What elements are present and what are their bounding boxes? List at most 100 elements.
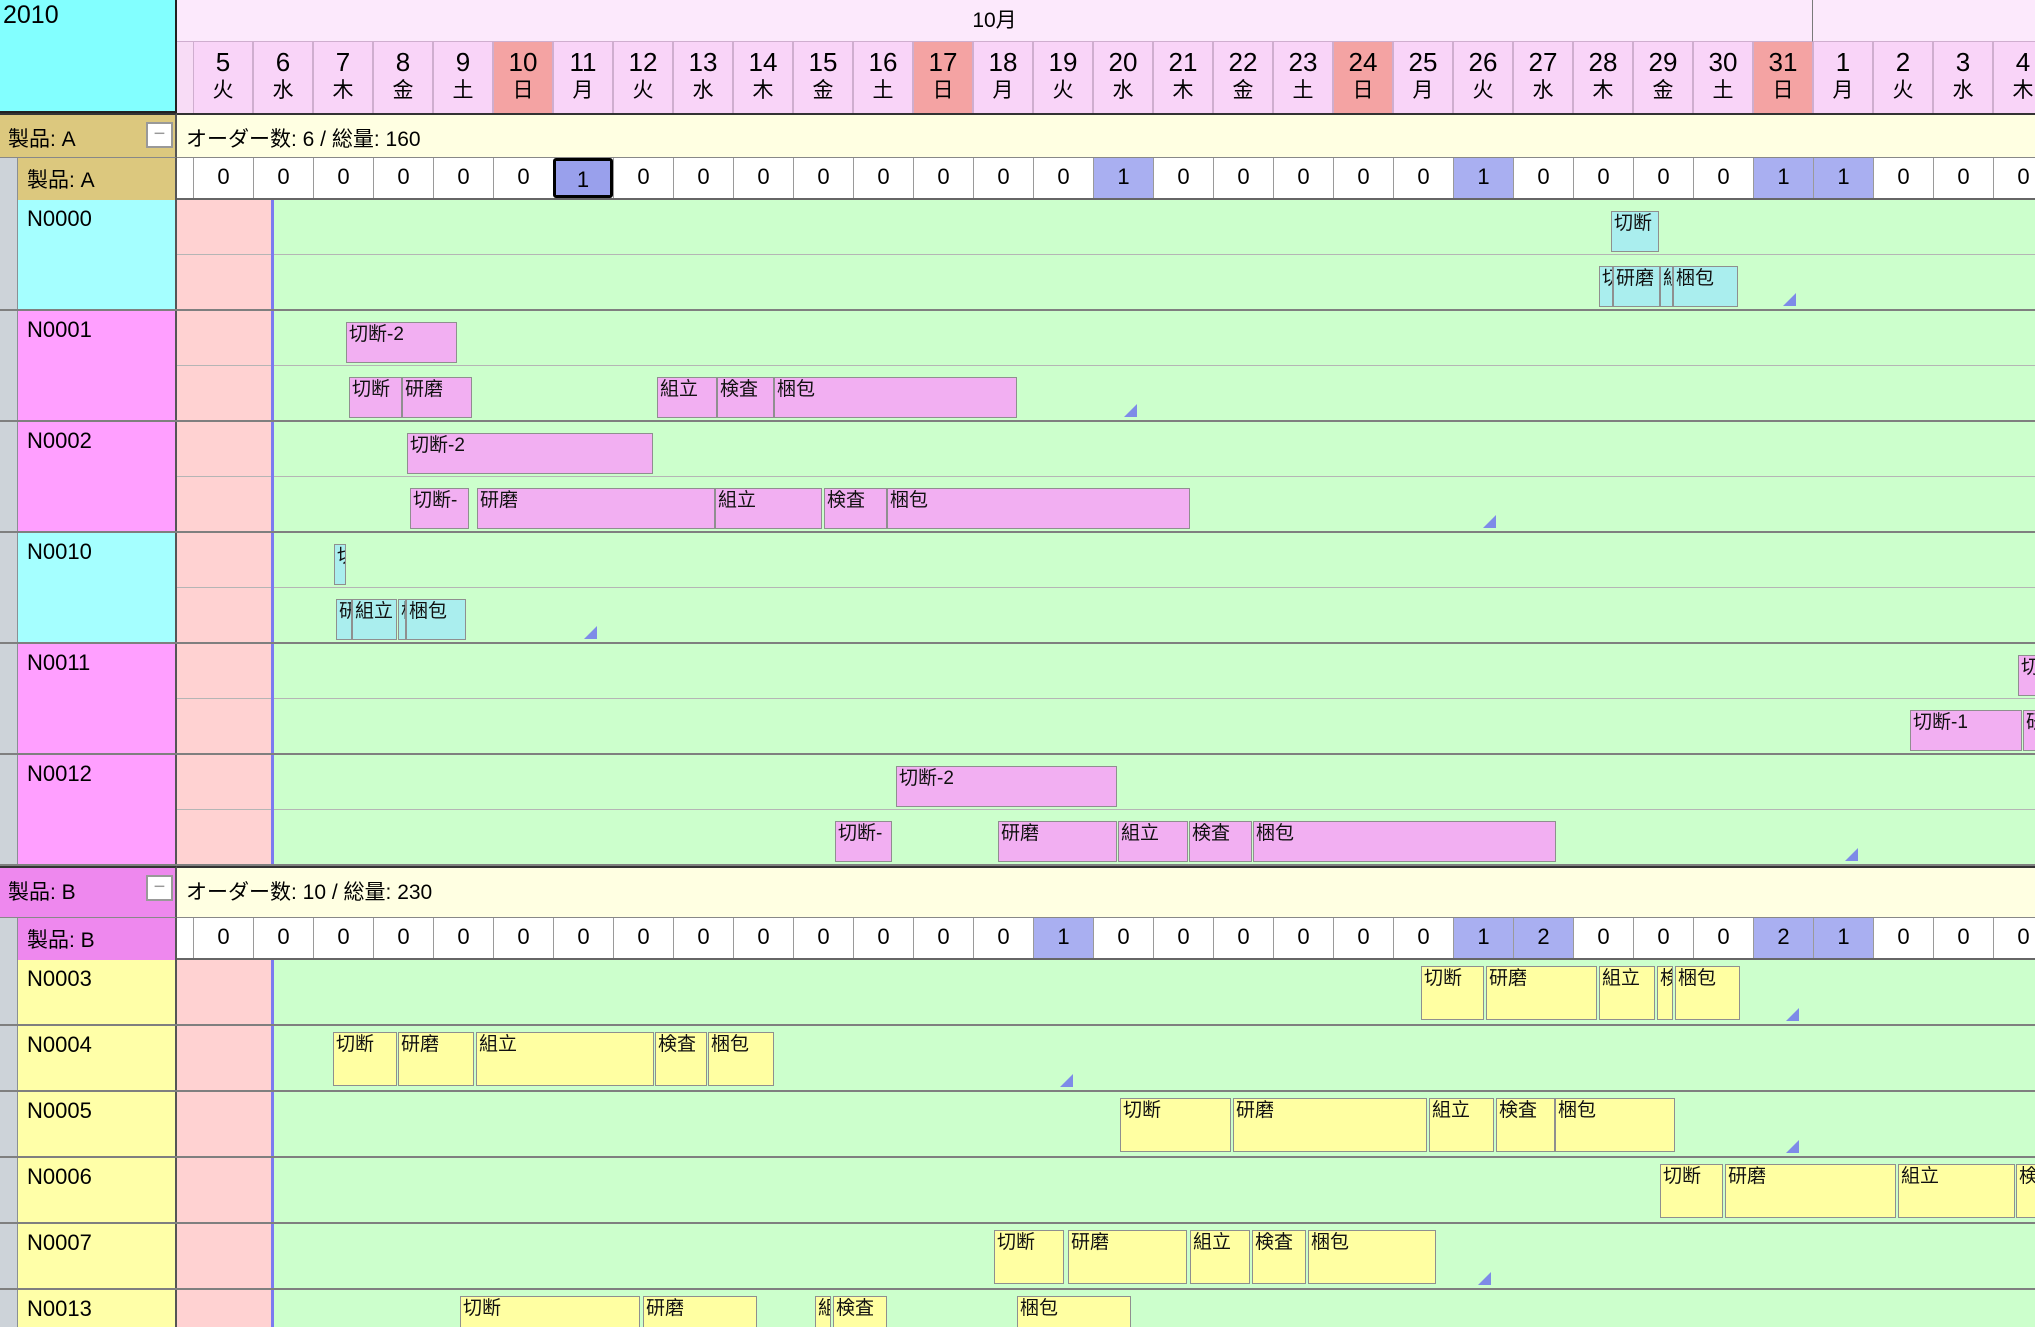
task-bar-切断[interactable]: 切断 xyxy=(994,1230,1064,1284)
task-bar-組立[interactable]: 組立 xyxy=(1898,1164,2015,1218)
count-cell[interactable]: 0 xyxy=(1153,158,1213,198)
count-cell[interactable]: 0 xyxy=(673,158,733,198)
count-cell[interactable]: 0 xyxy=(193,158,253,198)
task-bar-検査[interactable]: 検査 xyxy=(833,1296,887,1327)
task-bar-研磨[interactable]: 研磨 xyxy=(1725,1164,1896,1218)
count-cell[interactable]: 0 xyxy=(613,158,673,198)
task-bar-梱包[interactable]: 梱包 xyxy=(1675,966,1740,1020)
order-label-N0006[interactable]: N0006 xyxy=(18,1158,177,1222)
task-bar-梱包[interactable]: 梱包 xyxy=(887,488,1190,529)
count-cell[interactable]: 0 xyxy=(493,918,553,958)
order-label-N0007[interactable]: N0007 xyxy=(18,1224,177,1288)
task-bar-切断[interactable]: 切断 xyxy=(333,1032,397,1086)
task-bar-検査[interactable]: 検査 xyxy=(1496,1098,1555,1152)
count-cell[interactable]: 1 xyxy=(1813,158,1873,198)
task-bar-研磨[interactable]: 研磨 xyxy=(1486,966,1597,1020)
order-label-N0002[interactable]: N0002 xyxy=(18,422,177,531)
task-bar-梱包[interactable]: 梱包 xyxy=(1253,821,1556,862)
count-cell[interactable]: 0 xyxy=(313,158,373,198)
count-cell[interactable]: 0 xyxy=(373,158,433,198)
count-cell[interactable]: 0 xyxy=(1573,158,1633,198)
task-bar-研磨[interactable]: 研磨 xyxy=(1613,266,1660,307)
task-bar-研磨[interactable]: 研磨 xyxy=(998,821,1117,862)
task-bar-切断[interactable]: 切断 xyxy=(2018,655,2035,696)
count-cell[interactable]: 0 xyxy=(1933,918,1993,958)
task-bar-研磨[interactable]: 研磨 xyxy=(1068,1230,1187,1284)
count-cell[interactable]: 0 xyxy=(1333,918,1393,958)
task-bar-梱包[interactable]: 梱包 xyxy=(406,599,466,640)
count-cell[interactable]: 0 xyxy=(553,918,613,958)
task-bar-切断[interactable]: 切断 xyxy=(1599,266,1613,307)
count-cell[interactable]: 1 xyxy=(1753,158,1813,198)
count-cell[interactable]: 0 xyxy=(1213,158,1273,198)
count-cell[interactable]: 0 xyxy=(673,918,733,958)
task-bar-検査[interactable]: 検査 xyxy=(1252,1230,1306,1284)
task-bar-検査[interactable]: 検査 xyxy=(2016,1164,2035,1218)
task-bar-組立[interactable]: 組立 xyxy=(1429,1098,1494,1152)
count-cell[interactable]: 0 xyxy=(853,918,913,958)
count-cell[interactable]: 2 xyxy=(1513,918,1573,958)
task-bar-組立[interactable]: 組立 xyxy=(815,1296,831,1327)
count-cell[interactable]: 0 xyxy=(1033,158,1093,198)
task-bar-切断-[interactable]: 切断- xyxy=(835,821,892,862)
count-cell[interactable]: 0 xyxy=(913,918,973,958)
task-bar-切断[interactable]: 切断 xyxy=(334,544,346,585)
order-label-N0010[interactable]: N0010 xyxy=(18,533,177,642)
count-cell[interactable]: 0 xyxy=(973,918,1033,958)
task-bar-梱包[interactable]: 梱包 xyxy=(1673,266,1738,307)
task-bar-研磨[interactable]: 研磨 xyxy=(336,599,352,640)
task-bar-研磨[interactable]: 研磨 xyxy=(643,1296,757,1327)
count-cell[interactable]: 0 xyxy=(253,158,313,198)
order-label-N0001[interactable]: N0001 xyxy=(18,311,177,420)
task-bar-切断[interactable]: 切断 xyxy=(1611,211,1659,252)
count-cell[interactable]: 1 xyxy=(1813,918,1873,958)
task-bar-切断[interactable]: 切断 xyxy=(349,377,402,418)
count-cell[interactable]: 2 xyxy=(1753,918,1813,958)
task-bar-組立[interactable]: 組立 xyxy=(476,1032,654,1086)
task-bar-梱包[interactable]: 梱包 xyxy=(1308,1230,1436,1284)
order-label-N0011[interactable]: N0011 xyxy=(18,644,177,753)
count-cell[interactable]: 0 xyxy=(1873,918,1933,958)
task-bar-研磨[interactable]: 研磨 xyxy=(398,1032,474,1086)
count-cell[interactable]: 0 xyxy=(1273,918,1333,958)
task-bar-梱包[interactable]: 梱包 xyxy=(774,377,1017,418)
order-label-N0004[interactable]: N0004 xyxy=(18,1026,177,1090)
task-bar-検査[interactable]: 検査 xyxy=(1657,966,1673,1020)
count-cell[interactable]: 0 xyxy=(1093,918,1153,958)
task-bar-組立[interactable]: 組立 xyxy=(352,599,397,640)
task-bar-切断-2[interactable]: 切断-2 xyxy=(346,322,457,363)
count-cell[interactable]: 0 xyxy=(1213,918,1273,958)
count-cell[interactable]: 0 xyxy=(493,158,553,198)
count-cell[interactable]: 0 xyxy=(973,158,1033,198)
task-bar-組立[interactable]: 組立 xyxy=(1660,266,1673,307)
task-bar-切断-[interactable]: 切断- xyxy=(410,488,469,529)
count-cell[interactable]: 0 xyxy=(253,918,313,958)
count-cell[interactable]: 0 xyxy=(1573,918,1633,958)
task-bar-検査[interactable]: 検査 xyxy=(655,1032,707,1086)
task-bar-梱包[interactable]: 梱包 xyxy=(708,1032,774,1086)
collapse-button[interactable]: − xyxy=(146,875,173,901)
task-bar-組立[interactable]: 組立 xyxy=(715,488,822,529)
count-cell[interactable]: 0 xyxy=(1153,918,1213,958)
order-label-N0003[interactable]: N0003 xyxy=(18,960,177,1024)
task-bar-切断-1[interactable]: 切断-1 xyxy=(1910,710,2022,751)
task-bar-組立[interactable]: 組立 xyxy=(1190,1230,1250,1284)
task-bar-研磨[interactable]: 研磨 xyxy=(402,377,472,418)
count-cell[interactable]: 0 xyxy=(1993,918,2035,958)
count-cell[interactable]: 1 xyxy=(1453,158,1513,198)
count-cell[interactable]: 0 xyxy=(1993,158,2035,198)
count-cell[interactable]: 0 xyxy=(1693,158,1753,198)
count-cell[interactable]: 0 xyxy=(1333,158,1393,198)
task-bar-切断-2[interactable]: 切断-2 xyxy=(896,766,1117,807)
task-bar-切断[interactable]: 切断 xyxy=(1120,1098,1231,1152)
order-label-N0000[interactable]: N0000 xyxy=(18,200,177,309)
count-cell[interactable]: 0 xyxy=(793,158,853,198)
task-bar-切断-2[interactable]: 切断-2 xyxy=(407,433,653,474)
task-bar-梱包[interactable]: 梱包 xyxy=(1555,1098,1675,1152)
count-cell[interactable]: 0 xyxy=(1393,158,1453,198)
count-cell[interactable]: 0 xyxy=(793,918,853,958)
count-cell[interactable]: 0 xyxy=(433,158,493,198)
task-bar-研磨[interactable]: 研磨 xyxy=(2023,710,2035,751)
count-cell[interactable]: 0 xyxy=(1693,918,1753,958)
count-cell[interactable]: 1 xyxy=(1033,918,1093,958)
